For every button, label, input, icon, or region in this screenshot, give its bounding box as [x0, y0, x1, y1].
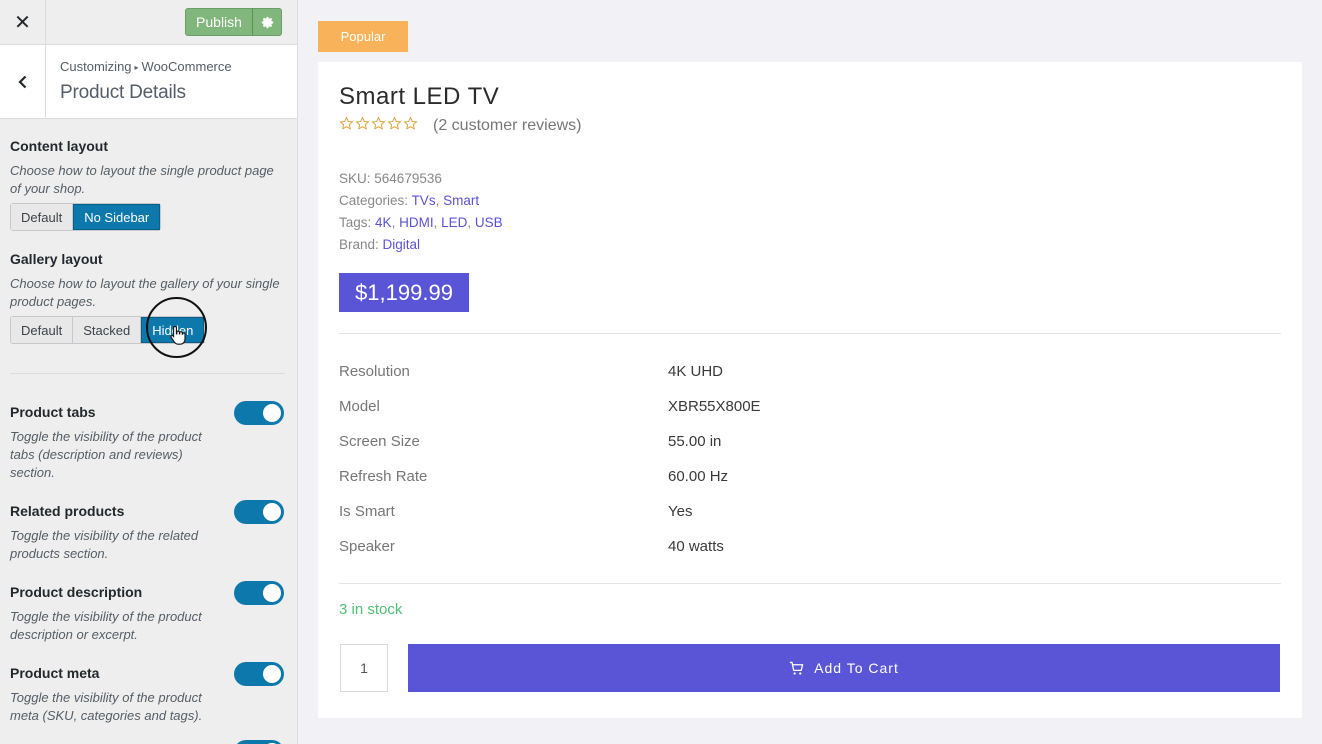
category-link[interactable]: Smart: [443, 193, 479, 208]
content-layout-no-sidebar-button[interactable]: No Sidebar: [73, 204, 161, 230]
publish-button[interactable]: Publish: [185, 8, 253, 36]
product-description-desc: Toggle the visibility of the product des…: [10, 609, 202, 642]
gallery-layout-title: Gallery layout: [10, 251, 103, 267]
cart-icon: [790, 661, 804, 675]
sku-label: SKU:: [339, 171, 371, 186]
popular-badge: Popular: [318, 21, 408, 52]
star-empty-icon: [403, 116, 418, 130]
price-divider: [339, 333, 1281, 334]
product-meta-title: Product meta: [10, 665, 100, 681]
spec-value: 55.00 in: [668, 433, 722, 450]
brand-line: Brand: Digital: [339, 237, 420, 252]
publish-settings-button[interactable]: [252, 8, 282, 36]
tag-link[interactable]: 4K: [375, 215, 392, 230]
gallery-layout-stacked-button[interactable]: Stacked: [73, 317, 142, 343]
quantity-input[interactable]: 1: [340, 644, 388, 692]
spec-label: Is Smart: [339, 503, 395, 520]
spec-value: XBR55X800E: [668, 398, 761, 415]
close-customizer-button[interactable]: ✕: [0, 0, 46, 45]
product-description-toggle[interactable]: [234, 581, 284, 605]
star-empty-icon: [371, 116, 386, 130]
sku-value: 564679536: [374, 171, 442, 186]
chevron-left-icon: [17, 75, 26, 88]
spec-label: Screen Size: [339, 433, 420, 450]
gallery-layout-default-button[interactable]: Default: [11, 317, 74, 343]
brand-label: Brand:: [339, 237, 379, 252]
price-tag: $1,199.99: [339, 273, 469, 312]
categories-line: Categories: TVs, Smart: [339, 193, 480, 208]
product-tabs-desc: Toggle the visibility of the product tab…: [10, 429, 202, 480]
gallery-layout-hidden-button[interactable]: Hidden: [141, 317, 205, 343]
brand-link[interactable]: Digital: [383, 237, 421, 252]
rating-stars: [339, 116, 418, 131]
spec-label: Model: [339, 398, 380, 415]
breadcrumb-separator-icon: ▸: [134, 63, 139, 72]
spec-value: 4K UHD: [668, 363, 724, 380]
category-link[interactable]: TVs: [412, 193, 436, 208]
breadcrumb: Customizing ▸ WooCommerce: [60, 59, 232, 74]
spec-value: 40 watts: [668, 538, 724, 555]
specs-divider: [339, 583, 1281, 584]
product-meta-toggle[interactable]: [234, 662, 284, 686]
gear-icon: [261, 16, 273, 28]
star-empty-icon: [339, 116, 354, 130]
customizer-sidebar: ✕ Publish Customizing ▸ WooCommerce Produc…: [0, 0, 298, 744]
spec-label: Speaker: [339, 538, 395, 555]
spec-value: Yes: [668, 503, 693, 520]
content-layout-desc: Choose how to layout the single product …: [10, 163, 274, 196]
section-header: Customizing ▸ WooCommerce Product Details: [0, 45, 297, 119]
spec-value: 60.00 Hz: [668, 468, 729, 485]
gallery-layout-desc: Choose how to layout the gallery of your…: [10, 276, 280, 309]
reviews-link[interactable]: (2 customer reviews): [433, 117, 581, 135]
product-card: Smart LED TV (2 customer reviews) SKU: 5…: [318, 62, 1302, 718]
content-layout-segmented: Default No Sidebar: [10, 203, 162, 231]
breadcrumb-root: Customizing: [60, 59, 132, 74]
back-button[interactable]: [0, 45, 46, 118]
tag-link[interactable]: LED: [441, 215, 467, 230]
product-title: Smart LED TV: [339, 83, 500, 110]
tags-line: Tags: 4K, HDMI, LED, USB: [339, 215, 503, 230]
categories-label: Categories:: [339, 193, 409, 208]
breadcrumb-leaf: WooCommerce: [141, 59, 232, 74]
related-products-desc: Toggle the visibility of the related pro…: [10, 528, 199, 561]
star-empty-icon: [387, 116, 402, 130]
product-preview: Popular Smart LED TV (2 customer reviews…: [298, 0, 1322, 744]
related-products-title: Related products: [10, 503, 125, 519]
sku-line: SKU: 564679536: [339, 171, 442, 186]
star-empty-icon: [355, 116, 370, 130]
section-divider: [10, 373, 285, 374]
customizer-header: ✕ Publish: [0, 0, 297, 45]
spec-label: Refresh Rate: [339, 468, 428, 485]
spec-label: Resolution: [339, 363, 410, 380]
tag-link[interactable]: HDMI: [399, 215, 434, 230]
product-tabs-toggle[interactable]: [234, 401, 284, 425]
tag-link[interactable]: USB: [475, 215, 503, 230]
content-layout-title: Content layout: [10, 138, 108, 154]
add-to-cart-button[interactable]: Add To Cart: [408, 644, 1280, 692]
related-products-toggle[interactable]: [234, 500, 284, 524]
content-layout-default-button[interactable]: Default: [11, 204, 74, 230]
add-to-cart-label: Add To Cart: [814, 660, 899, 676]
stock-status: 3 in stock: [339, 601, 403, 618]
next-toggle[interactable]: [234, 740, 284, 744]
product-meta-desc: Toggle the visibility of the product met…: [10, 690, 203, 723]
close-icon: ✕: [14, 12, 31, 34]
tags-label: Tags:: [339, 215, 372, 230]
product-description-title: Product description: [10, 584, 143, 600]
product-tabs-title: Product tabs: [10, 404, 96, 420]
section-title: Product Details: [60, 82, 186, 103]
gallery-layout-segmented: Default Stacked Hidden: [10, 316, 206, 344]
